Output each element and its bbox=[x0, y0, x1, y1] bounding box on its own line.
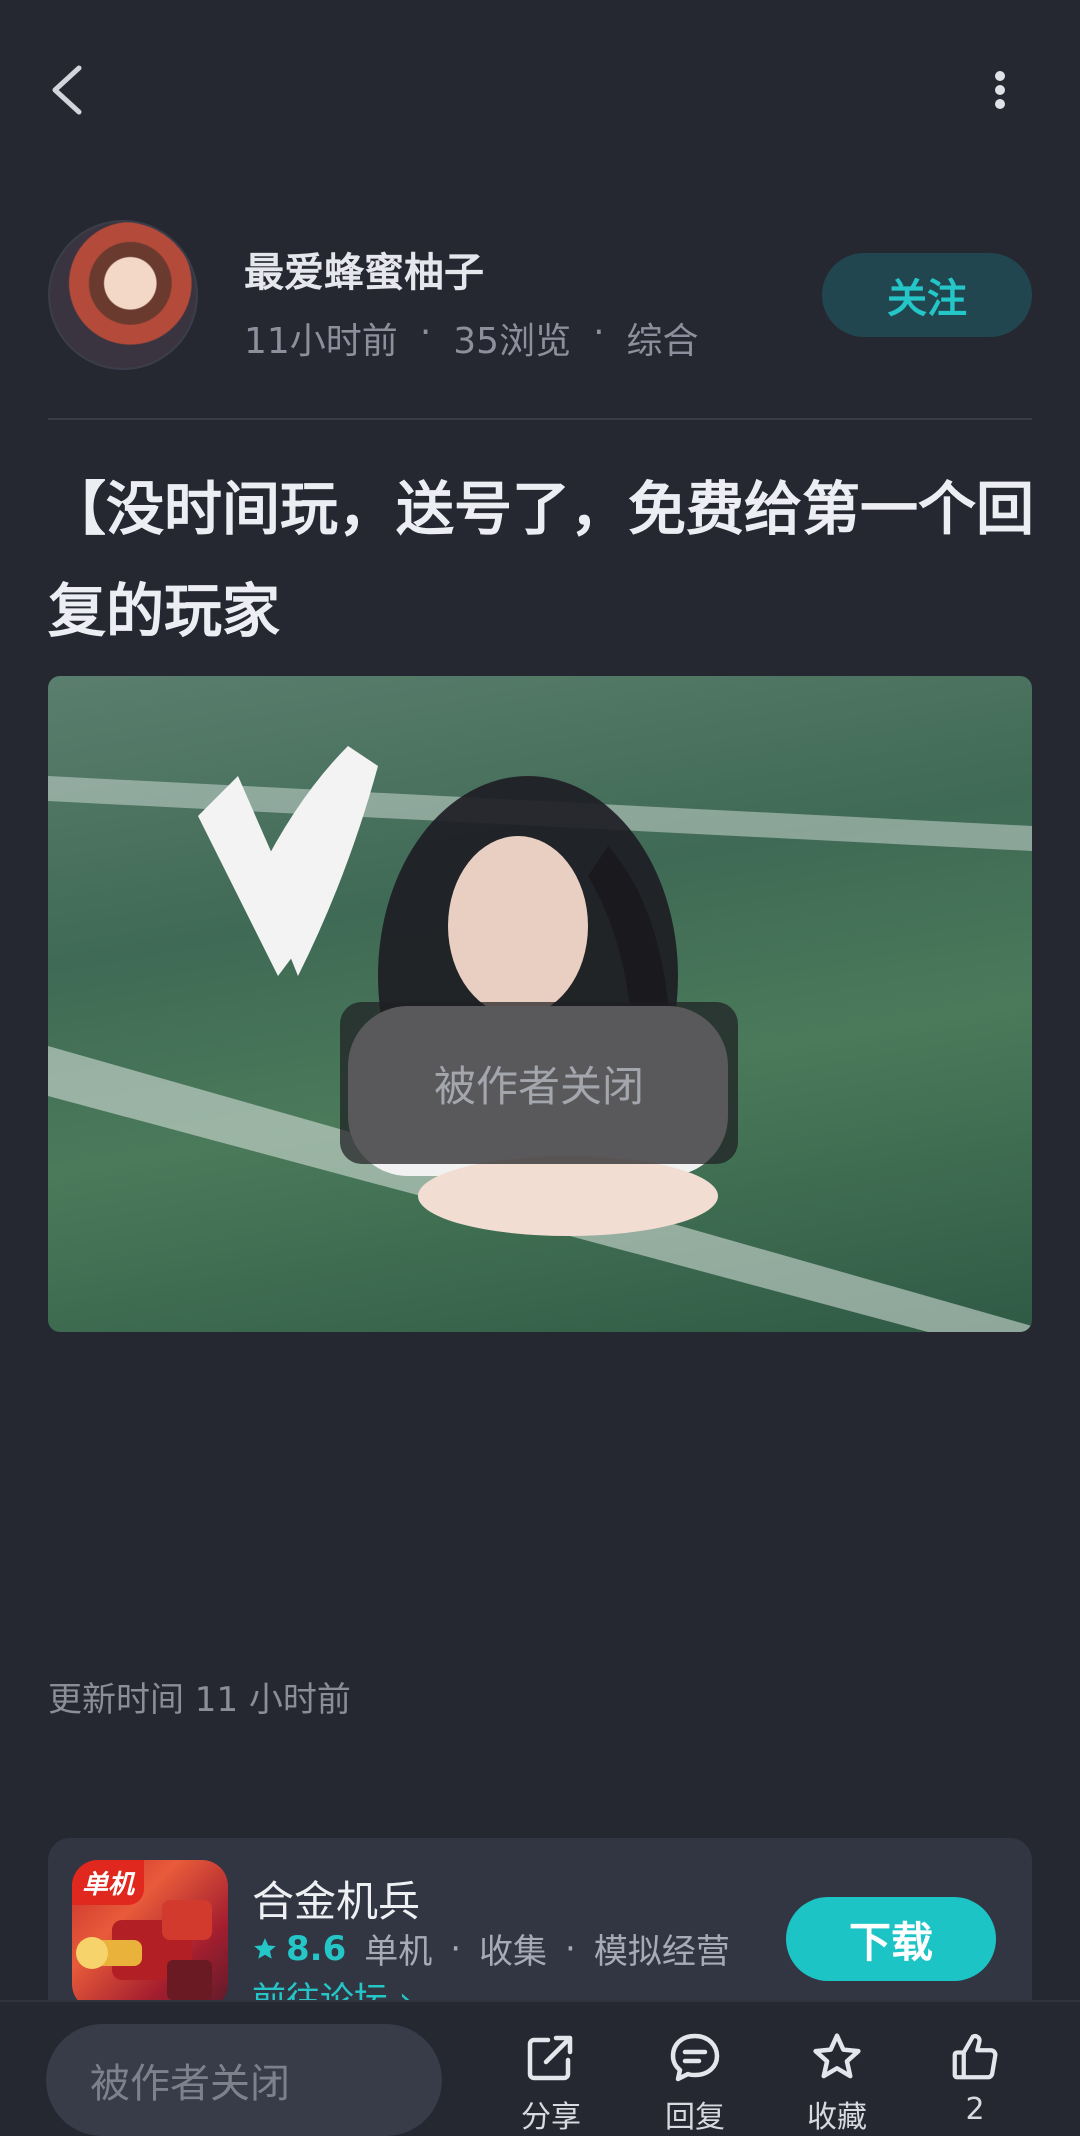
post-meta: 11小时前 · 35浏览 · 综合 bbox=[244, 312, 699, 364]
closed-overlay: 被作者关闭 bbox=[340, 1002, 738, 1164]
game-tag: 收集 bbox=[479, 1932, 548, 1972]
chevron-left-icon bbox=[52, 65, 82, 115]
post-title: 【没时间玩，送号了，免费给第一个回复的玩家 bbox=[48, 475, 1035, 645]
download-button[interactable]: 下载 bbox=[786, 1897, 996, 1981]
game-tag: 模拟经营 bbox=[593, 1932, 730, 1972]
game-rating: 8.6 bbox=[252, 1929, 346, 1969]
reply-label: 回复 bbox=[665, 2100, 725, 2135]
game-tag: 单机 bbox=[364, 1932, 433, 1972]
game-tag-separator: · bbox=[565, 1928, 576, 1969]
thumbs-up-icon bbox=[952, 2034, 998, 2080]
meta-separator: · bbox=[419, 312, 432, 353]
star-icon bbox=[254, 1937, 276, 1959]
post-category: 综合 bbox=[626, 321, 699, 362]
share-button[interactable]: 分享 bbox=[496, 2030, 606, 2136]
favorite-label: 收藏 bbox=[807, 2100, 867, 2135]
author-name[interactable]: 最爱蜂蜜柚子 bbox=[244, 240, 484, 298]
update-time: 更新时间 11 小时前 bbox=[48, 1680, 351, 1720]
share-icon bbox=[527, 2035, 573, 2081]
game-rating-value: 8.6 bbox=[286, 1928, 347, 1969]
more-vertical-icon bbox=[995, 71, 1005, 109]
favorite-button[interactable]: 收藏 bbox=[782, 2030, 892, 2136]
game-icon-tag: 单机 bbox=[72, 1860, 145, 1905]
game-icon[interactable]: 单机 bbox=[72, 1860, 228, 2010]
follow-button[interactable]: 关注 bbox=[822, 253, 1032, 337]
like-button[interactable]: 2 bbox=[920, 2030, 1030, 2127]
game-name[interactable]: 合金机兵 bbox=[252, 1868, 420, 1929]
author-avatar[interactable] bbox=[48, 220, 198, 370]
more-options-button[interactable] bbox=[980, 60, 1020, 120]
reply-input[interactable]: 被作者关闭 bbox=[46, 2024, 442, 2136]
meta-separator: · bbox=[593, 312, 605, 353]
comment-icon bbox=[670, 2033, 720, 2082]
reply-button[interactable]: 回复 bbox=[640, 2030, 750, 2136]
view-count: 35浏览 bbox=[453, 321, 572, 362]
game-tag-separator: · bbox=[450, 1928, 462, 1969]
game-meta: 8.6 单机 · 收集 · 模拟经营 bbox=[252, 1924, 730, 1973]
share-label: 分享 bbox=[521, 2100, 581, 2135]
like-count: 2 bbox=[965, 2092, 985, 2127]
post-time: 11小时前 bbox=[244, 321, 398, 362]
divider bbox=[48, 418, 1032, 420]
back-button[interactable] bbox=[40, 60, 92, 120]
star-outline-icon bbox=[813, 2033, 861, 2079]
